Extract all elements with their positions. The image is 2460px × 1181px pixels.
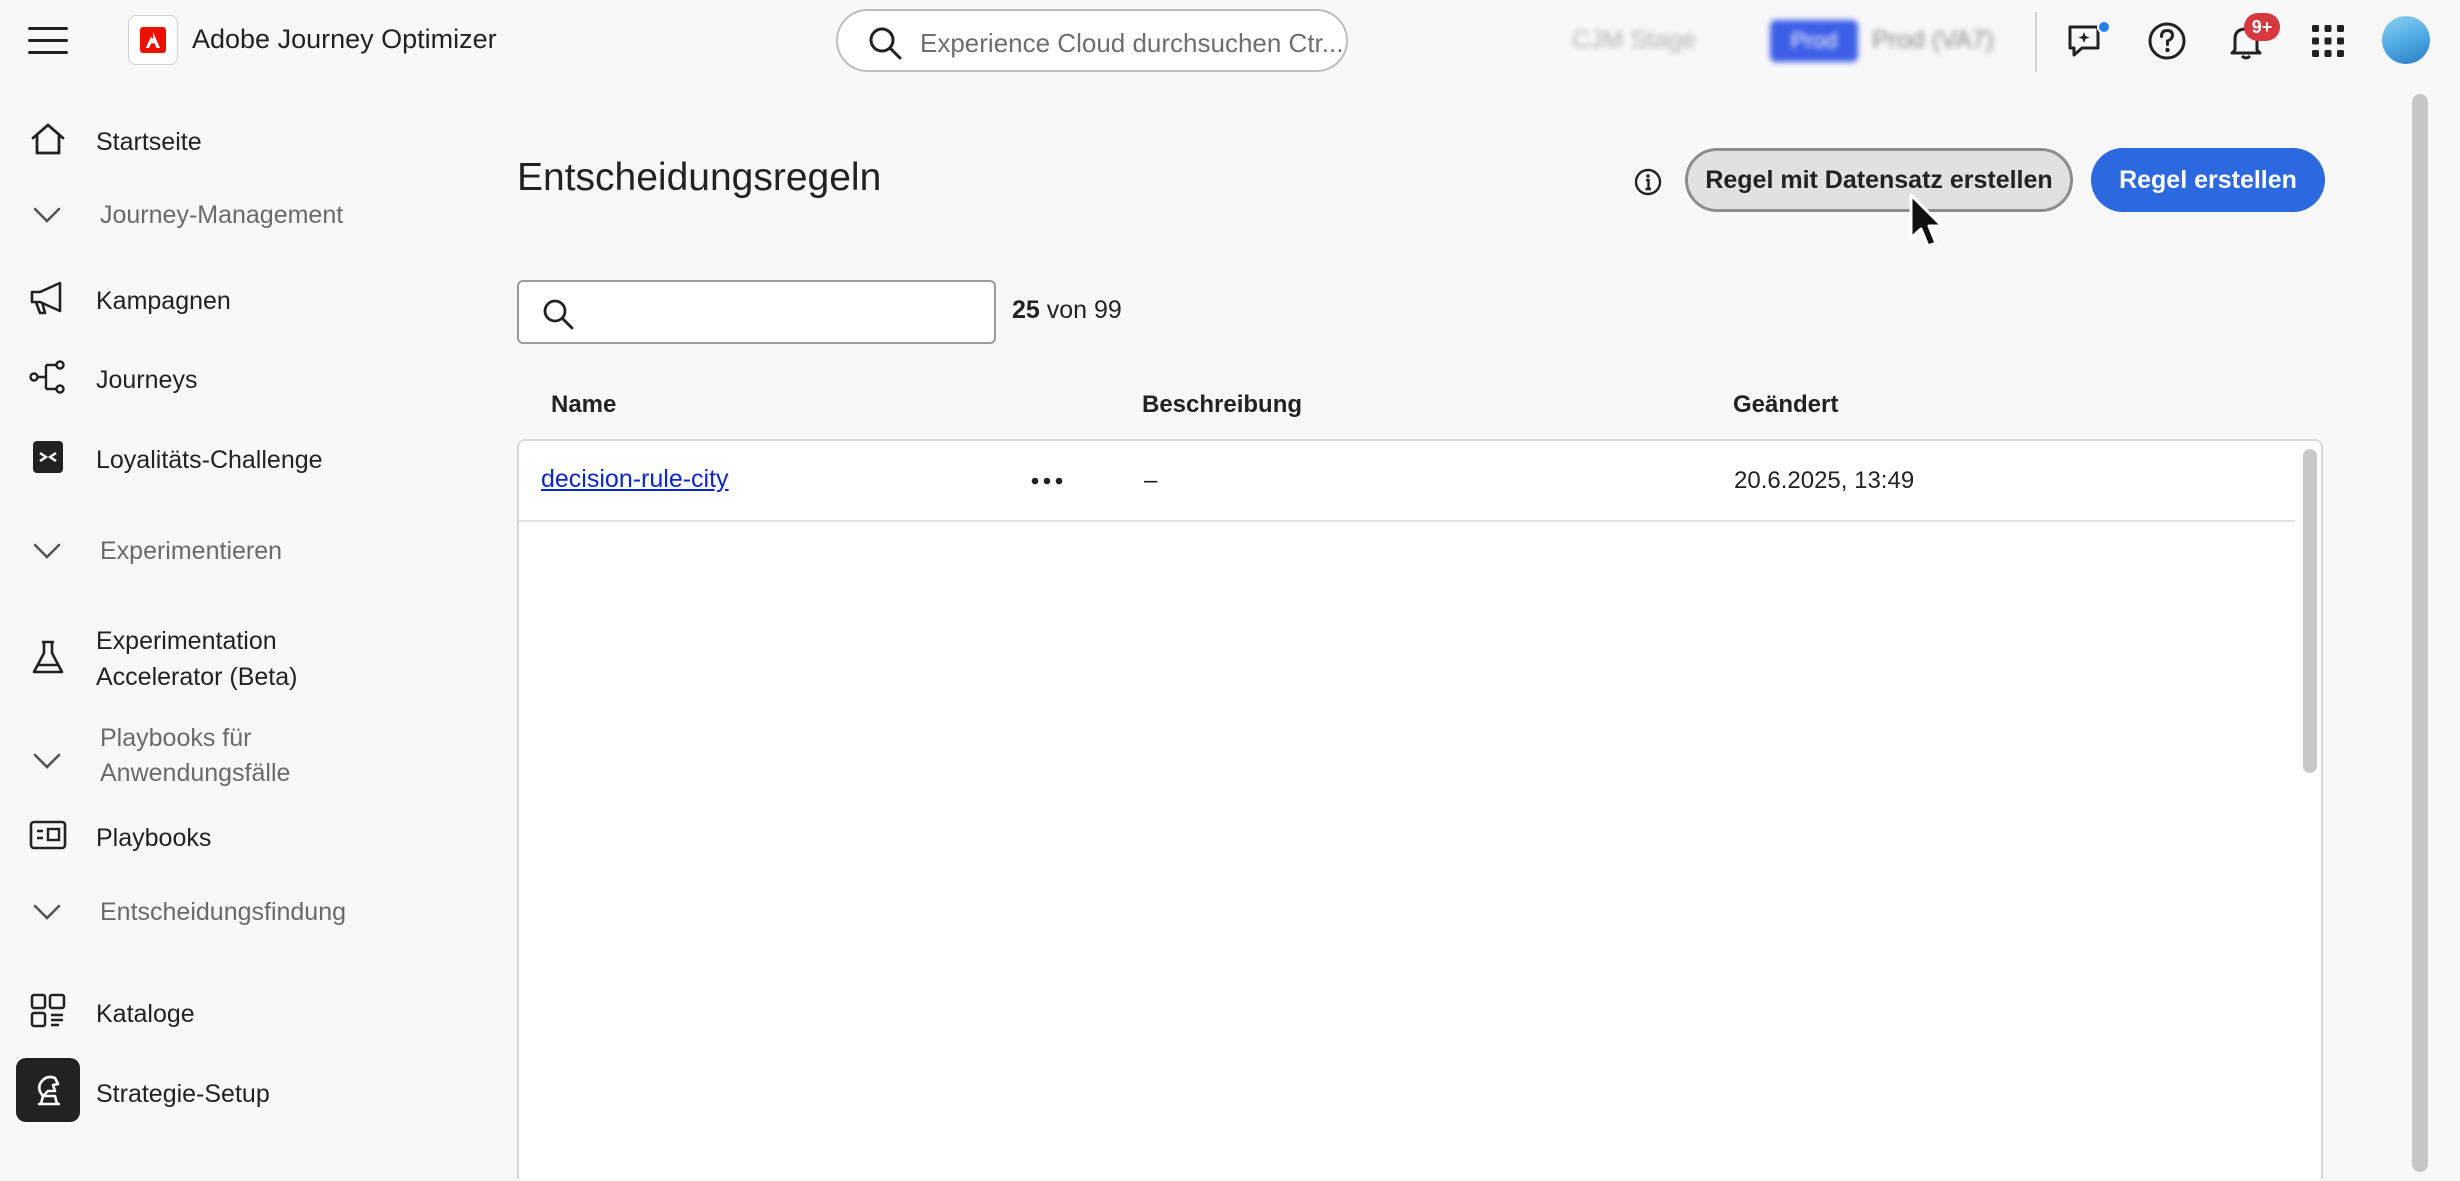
journey-icon — [29, 360, 65, 394]
chevron-down-icon — [33, 543, 61, 559]
table-scrollbar[interactable] — [2298, 445, 2320, 1181]
create-rule-with-dataset-button[interactable]: Regel mit Datensatz erstellen — [1685, 148, 2073, 212]
strategy-icon — [37, 1075, 60, 1106]
sidebar-item-label: Strategie-Setup — [96, 1080, 270, 1108]
page-scrollbar[interactable] — [2410, 94, 2430, 1172]
catalog-icon — [30, 993, 66, 1028]
chevron-down-icon — [33, 904, 61, 920]
sidebar-item-playbooks[interactable]: Playbooks — [0, 802, 480, 868]
header-divider — [2035, 12, 2037, 72]
flask-icon — [32, 640, 64, 674]
table-row[interactable]: decision-rule-city – 20.6.2025, 13:49 — [519, 441, 2295, 522]
sidebar-item-label: Startseite — [96, 128, 202, 156]
sandbox-switcher[interactable]: Prod (VA7) — [1872, 26, 1994, 55]
megaphone-icon — [30, 281, 62, 315]
sidebar-item-label-line2: Accelerator (Beta) — [96, 663, 298, 691]
create-rule-button[interactable]: Regel erstellen — [2091, 148, 2325, 212]
sidebar-section-label: Entscheidungsfindung — [100, 898, 347, 926]
sidebar-item-kataloge[interactable]: Kataloge — [0, 978, 480, 1044]
notification-badge: 9+ — [2244, 13, 2280, 41]
home-icon — [31, 123, 65, 155]
global-search-input[interactable]: Experience Cloud durchsuchen Ctr... — [836, 9, 1348, 72]
search-icon — [869, 27, 902, 60]
adobe-logo-icon[interactable] — [128, 15, 178, 65]
sidebar-item-strategie-setup[interactable]: Strategie-Setup — [0, 1058, 480, 1124]
result-count: 25 von 99 — [1012, 296, 1122, 325]
chevron-down-icon — [33, 207, 61, 223]
challenge-icon — [33, 441, 63, 473]
app-title: Adobe Journey Optimizer — [192, 24, 497, 54]
sidebar-section-label-line2: Anwendungsfälle — [100, 759, 291, 787]
sidebar-item-loyalitaets-challenge[interactable]: Loyalitäts-Challenge — [0, 424, 480, 490]
sidebar-section-label: Experimentieren — [100, 537, 283, 565]
sidebar-section-entscheidungsfindung[interactable]: Entscheidungsfindung — [0, 881, 480, 947]
count-total: von 99 — [1046, 296, 1122, 324]
top-bar: Adobe Journey Optimizer Experience Cloud… — [0, 0, 2460, 82]
chevron-down-icon — [33, 753, 61, 769]
sidebar-item-kampagnen[interactable]: Kampagnen — [0, 265, 480, 331]
sidebar-item-startseite[interactable]: Startseite — [0, 106, 480, 172]
rule-name-link[interactable]: decision-rule-city — [541, 465, 729, 494]
rule-modified-date: 20.6.2025, 13:49 — [1734, 467, 1915, 494]
search-placeholder: Experience Cloud durchsuchen Ctr... — [920, 28, 1344, 58]
sidebar-item-label: Journeys — [96, 366, 198, 394]
sidebar-item-experimentation-accelerator[interactable]: Experimentation Accelerator (Beta) — [0, 616, 480, 700]
column-header-name[interactable]: Name — [551, 391, 616, 419]
mouse-cursor-icon — [1909, 193, 1944, 248]
sidebar-section-playbooks-anwendungsfaelle[interactable]: Playbooks für Anwendungsfälle — [0, 718, 480, 802]
search-icon — [543, 299, 574, 330]
list-search-field[interactable] — [587, 292, 977, 332]
sidebar-item-label: Kampagnen — [96, 287, 231, 315]
playbook-icon — [29, 820, 67, 850]
more-actions-icon[interactable] — [1025, 463, 1069, 499]
menu-icon[interactable] — [28, 27, 68, 55]
org-switcher[interactable]: CJM Stage — [1572, 26, 1696, 55]
rules-table: decision-rule-city – 20.6.2025, 13:49 — [517, 439, 2323, 1179]
rule-description: – — [1144, 467, 1158, 494]
count-shown: 25 — [1012, 296, 1040, 324]
page-title: Entscheidungsregeln — [517, 156, 882, 199]
sidebar: Startseite Journey-Management Kampagnen … — [0, 82, 480, 1172]
sidebar-section-experimentieren[interactable]: Experimentieren — [0, 520, 480, 586]
sidebar-item-label: Playbooks — [96, 824, 212, 852]
sidebar-section-label-line1: Playbooks für — [100, 724, 252, 752]
sidebar-item-label: Loyalitäts-Challenge — [96, 446, 323, 474]
env-badge: Prod — [1770, 20, 1858, 62]
apps-grid-icon[interactable] — [2306, 19, 2350, 63]
sidebar-section-label: Journey-Management — [100, 201, 344, 229]
column-header-beschreibung[interactable]: Beschreibung — [1142, 391, 1302, 419]
info-icon[interactable] — [1632, 166, 1664, 198]
table-scrollbar-thumb[interactable] — [2303, 449, 2317, 773]
chat-indicator — [2097, 20, 2111, 34]
sidebar-item-journeys[interactable]: Journeys — [0, 344, 480, 410]
avatar[interactable] — [2382, 16, 2430, 64]
list-search-input[interactable] — [517, 280, 996, 344]
page-scrollbar-thumb[interactable] — [2412, 94, 2428, 1172]
help-icon[interactable] — [2145, 19, 2189, 63]
sidebar-item-label: Kataloge — [96, 1000, 195, 1028]
sidebar-section-journey-management[interactable]: Journey-Management — [0, 184, 480, 250]
column-header-geaendert[interactable]: Geändert — [1733, 391, 1838, 419]
sidebar-item-label-line1: Experimentation — [96, 627, 277, 655]
